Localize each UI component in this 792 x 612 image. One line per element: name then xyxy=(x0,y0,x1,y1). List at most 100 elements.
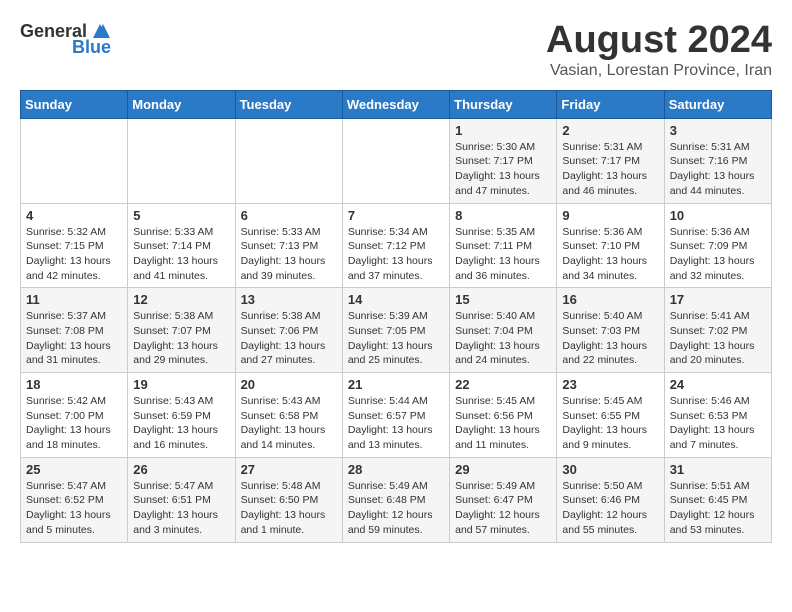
cell-info: Sunrise: 5:45 AM Sunset: 6:56 PM Dayligh… xyxy=(455,394,551,453)
cell-day-number: 12 xyxy=(133,292,229,307)
cell-info: Sunrise: 5:49 AM Sunset: 6:47 PM Dayligh… xyxy=(455,479,551,538)
cell-info: Sunrise: 5:38 AM Sunset: 7:06 PM Dayligh… xyxy=(241,309,337,368)
calendar-cell: 7 Sunrise: 5:34 AM Sunset: 7:12 PM Daylig… xyxy=(342,203,449,288)
calendar-cell: 17 Sunrise: 5:41 AM Sunset: 7:02 PM Dayli… xyxy=(664,288,771,373)
cell-info: Sunrise: 5:44 AM Sunset: 6:57 PM Dayligh… xyxy=(348,394,444,453)
calendar-cell: 5 Sunrise: 5:33 AM Sunset: 7:14 PM Daylig… xyxy=(128,203,235,288)
cell-day-number: 14 xyxy=(348,292,444,307)
calendar-cell: 9 Sunrise: 5:36 AM Sunset: 7:10 PM Daylig… xyxy=(557,203,664,288)
main-title: August 2024 xyxy=(546,20,772,62)
cell-day-number: 17 xyxy=(670,292,766,307)
cell-info: Sunrise: 5:34 AM Sunset: 7:12 PM Dayligh… xyxy=(348,225,444,284)
cell-day-number: 26 xyxy=(133,462,229,477)
calendar-week-row: 18 Sunrise: 5:42 AM Sunset: 7:00 PM Dayli… xyxy=(21,373,772,458)
cell-info: Sunrise: 5:31 AM Sunset: 7:17 PM Dayligh… xyxy=(562,140,658,199)
cell-day-number: 23 xyxy=(562,377,658,392)
calendar-cell: 2Sunrise: 5:31 AM Sunset: 7:17 PM Daylig… xyxy=(557,118,664,203)
calendar-cell: 18 Sunrise: 5:42 AM Sunset: 7:00 PM Dayli… xyxy=(21,373,128,458)
calendar-cell: 3 Sunrise: 5:31 AM Sunset: 7:16 PM Daylig… xyxy=(664,118,771,203)
cell-info: Sunrise: 5:35 AM Sunset: 7:11 PM Dayligh… xyxy=(455,225,551,284)
calendar-cell: 21 Sunrise: 5:44 AM Sunset: 6:57 PM Dayli… xyxy=(342,373,449,458)
cell-info: Sunrise: 5:38 AM Sunset: 7:07 PM Dayligh… xyxy=(133,309,229,368)
cell-info: Sunrise: 5:47 AM Sunset: 6:51 PM Dayligh… xyxy=(133,479,229,538)
cell-day-number: 18 xyxy=(26,377,122,392)
cell-info: Sunrise: 5:46 AM Sunset: 6:53 PM Dayligh… xyxy=(670,394,766,453)
calendar-week-row: 11 Sunrise: 5:37 AM Sunset: 7:08 PM Dayli… xyxy=(21,288,772,373)
cell-info: Sunrise: 5:43 AM Sunset: 6:58 PM Dayligh… xyxy=(241,394,337,453)
cell-day-number: 10 xyxy=(670,208,766,223)
calendar-week-row: 1 Sunrise: 5:30 AM Sunset: 7:17 PM Daylig… xyxy=(21,118,772,203)
calendar-cell: 12 Sunrise: 5:38 AM Sunset: 7:07 PM Dayli… xyxy=(128,288,235,373)
cell-day-number: 24 xyxy=(670,377,766,392)
subtitle: Vasian, Lorestan Province, Iran xyxy=(546,62,772,80)
cell-info: Sunrise: 5:51 AM Sunset: 6:45 PM Dayligh… xyxy=(670,479,766,538)
calendar-day-header: Wednesday xyxy=(342,90,449,118)
cell-day-number: 31 xyxy=(670,462,766,477)
cell-info: Sunrise: 5:43 AM Sunset: 6:59 PM Dayligh… xyxy=(133,394,229,453)
calendar-header: SundayMondayTuesdayWednesdayThursdayFrid… xyxy=(21,90,772,118)
cell-day-number: 9 xyxy=(562,208,658,223)
calendar-day-header: Friday xyxy=(557,90,664,118)
cell-day-number: 3 xyxy=(670,123,766,138)
calendar-cell: 20 Sunrise: 5:43 AM Sunset: 6:58 PM Dayli… xyxy=(235,373,342,458)
calendar-cell: 8Sunrise: 5:35 AM Sunset: 7:11 PM Daylig… xyxy=(450,203,557,288)
calendar-cell: 23 Sunrise: 5:45 AM Sunset: 6:55 PM Dayli… xyxy=(557,373,664,458)
cell-info: Sunrise: 5:33 AM Sunset: 7:13 PM Dayligh… xyxy=(241,225,337,284)
cell-info: Sunrise: 5:48 AM Sunset: 6:50 PM Dayligh… xyxy=(241,479,337,538)
calendar-cell: 19 Sunrise: 5:43 AM Sunset: 6:59 PM Dayli… xyxy=(128,373,235,458)
calendar-cell xyxy=(21,118,128,203)
calendar-cell: 26 Sunrise: 5:47 AM Sunset: 6:51 PM Dayli… xyxy=(128,457,235,542)
calendar-table: SundayMondayTuesdayWednesdayThursdayFrid… xyxy=(20,90,772,543)
cell-day-number: 20 xyxy=(241,377,337,392)
title-area: August 2024 Vasian, Lorestan Province, I… xyxy=(546,20,772,80)
calendar-cell xyxy=(128,118,235,203)
calendar-cell: 13 Sunrise: 5:38 AM Sunset: 7:06 PM Dayli… xyxy=(235,288,342,373)
logo-blue: Blue xyxy=(72,38,111,56)
cell-info: Sunrise: 5:47 AM Sunset: 6:52 PM Dayligh… xyxy=(26,479,122,538)
cell-day-number: 13 xyxy=(241,292,337,307)
cell-info: Sunrise: 5:37 AM Sunset: 7:08 PM Dayligh… xyxy=(26,309,122,368)
calendar-week-row: 25 Sunrise: 5:47 AM Sunset: 6:52 PM Dayli… xyxy=(21,457,772,542)
cell-info: Sunrise: 5:32 AM Sunset: 7:15 PM Dayligh… xyxy=(26,225,122,284)
cell-info: Sunrise: 5:39 AM Sunset: 7:05 PM Dayligh… xyxy=(348,309,444,368)
calendar-body: 1 Sunrise: 5:30 AM Sunset: 7:17 PM Daylig… xyxy=(21,118,772,542)
cell-info: Sunrise: 5:40 AM Sunset: 7:04 PM Dayligh… xyxy=(455,309,551,368)
cell-day-number: 16 xyxy=(562,292,658,307)
calendar-cell: 10 Sunrise: 5:36 AM Sunset: 7:09 PM Dayli… xyxy=(664,203,771,288)
cell-day-number: 11 xyxy=(26,292,122,307)
calendar-cell: 30Sunrise: 5:50 AM Sunset: 6:46 PM Dayli… xyxy=(557,457,664,542)
cell-info: Sunrise: 5:30 AM Sunset: 7:17 PM Dayligh… xyxy=(455,140,551,199)
logo: General Blue xyxy=(20,20,111,56)
cell-info: Sunrise: 5:41 AM Sunset: 7:02 PM Dayligh… xyxy=(670,309,766,368)
cell-day-number: 19 xyxy=(133,377,229,392)
cell-info: Sunrise: 5:33 AM Sunset: 7:14 PM Dayligh… xyxy=(133,225,229,284)
cell-info: Sunrise: 5:36 AM Sunset: 7:09 PM Dayligh… xyxy=(670,225,766,284)
cell-info: Sunrise: 5:45 AM Sunset: 6:55 PM Dayligh… xyxy=(562,394,658,453)
calendar-cell: 29 Sunrise: 5:49 AM Sunset: 6:47 PM Dayli… xyxy=(450,457,557,542)
calendar-cell: 27Sunrise: 5:48 AM Sunset: 6:50 PM Dayli… xyxy=(235,457,342,542)
cell-day-number: 21 xyxy=(348,377,444,392)
cell-day-number: 25 xyxy=(26,462,122,477)
calendar-week-row: 4Sunrise: 5:32 AM Sunset: 7:15 PM Daylig… xyxy=(21,203,772,288)
cell-day-number: 15 xyxy=(455,292,551,307)
cell-info: Sunrise: 5:42 AM Sunset: 7:00 PM Dayligh… xyxy=(26,394,122,453)
cell-day-number: 5 xyxy=(133,208,229,223)
page-header: General Blue August 2024 Vasian, Loresta… xyxy=(20,20,772,80)
calendar-day-header: Saturday xyxy=(664,90,771,118)
cell-day-number: 29 xyxy=(455,462,551,477)
cell-day-number: 6 xyxy=(241,208,337,223)
cell-info: Sunrise: 5:31 AM Sunset: 7:16 PM Dayligh… xyxy=(670,140,766,199)
calendar-cell: 28Sunrise: 5:49 AM Sunset: 6:48 PM Dayli… xyxy=(342,457,449,542)
calendar-cell: 14 Sunrise: 5:39 AM Sunset: 7:05 PM Dayli… xyxy=(342,288,449,373)
cell-day-number: 1 xyxy=(455,123,551,138)
calendar-cell: 24 Sunrise: 5:46 AM Sunset: 6:53 PM Dayli… xyxy=(664,373,771,458)
calendar-cell: 15 Sunrise: 5:40 AM Sunset: 7:04 PM Dayli… xyxy=(450,288,557,373)
calendar-day-header: Sunday xyxy=(21,90,128,118)
cell-day-number: 7 xyxy=(348,208,444,223)
calendar-cell: 16Sunrise: 5:40 AM Sunset: 7:03 PM Dayli… xyxy=(557,288,664,373)
calendar-cell: 1 Sunrise: 5:30 AM Sunset: 7:17 PM Daylig… xyxy=(450,118,557,203)
cell-info: Sunrise: 5:50 AM Sunset: 6:46 PM Dayligh… xyxy=(562,479,658,538)
cell-info: Sunrise: 5:36 AM Sunset: 7:10 PM Dayligh… xyxy=(562,225,658,284)
calendar-cell: 22Sunrise: 5:45 AM Sunset: 6:56 PM Dayli… xyxy=(450,373,557,458)
calendar-day-header: Thursday xyxy=(450,90,557,118)
